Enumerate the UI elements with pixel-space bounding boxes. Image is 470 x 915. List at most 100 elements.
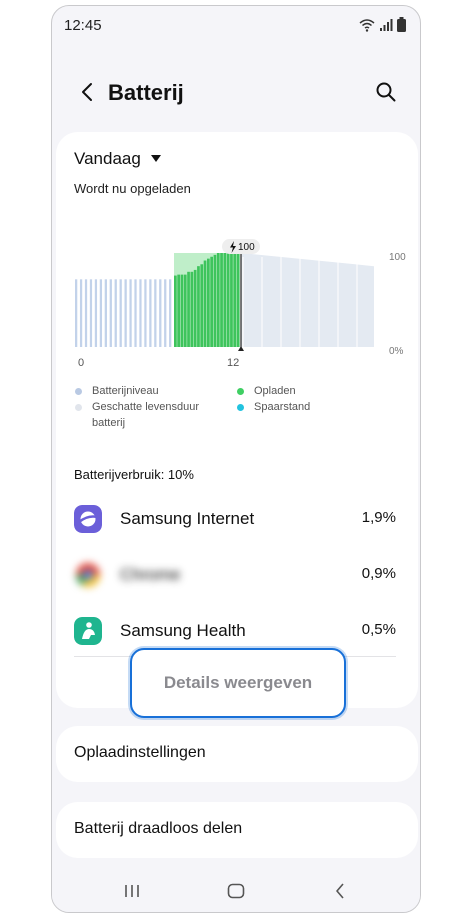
legend-estimated-life: Geschatte levensduur batterij (75, 399, 212, 431)
battery-level-bar (159, 279, 162, 347)
battery-level-bar (129, 279, 132, 347)
charging-bar (226, 253, 230, 347)
y-tick-100: 100 (389, 252, 406, 263)
x-tick-12: 12 (227, 357, 239, 369)
battery-level-bar (77, 279, 80, 347)
y-tick-0: 0% (389, 346, 404, 357)
battery-level-bar (94, 279, 98, 347)
estimated-life-area (241, 253, 374, 347)
battery-level-bar (169, 279, 172, 347)
battery-level-bar (119, 279, 122, 347)
charging-settings-label: Oplaadinstellingen (74, 744, 206, 761)
battery-level-bar (87, 279, 90, 347)
charging-bar (233, 253, 237, 347)
x-tick-0: 0 (78, 357, 84, 369)
app-percent: 1,9% (361, 509, 396, 526)
status-bar: 12:45 (52, 6, 420, 46)
battery-level-bar (112, 279, 115, 347)
battery-level-bar (126, 279, 130, 347)
battery-level-bar (154, 279, 157, 347)
charging-bar (183, 274, 187, 347)
charging-bar (210, 256, 213, 347)
wifi-icon (359, 18, 375, 32)
legend-power-saving: Spaarstand (237, 399, 310, 415)
charging-bar (220, 253, 223, 347)
app-name: Samsung Health (120, 621, 246, 640)
battery-level-bar (104, 279, 107, 347)
battery-level-bar (107, 279, 110, 347)
charge-badge-value: 100 (238, 242, 255, 253)
app-name: Samsung Internet (120, 509, 255, 528)
battery-level-bar (131, 279, 134, 347)
battery-level-bar (151, 279, 154, 347)
wireless-battery-share-item[interactable]: Batterij draadloos delen (56, 802, 418, 858)
samsung-health-icon (74, 617, 102, 645)
app-percent: 0,9% (361, 565, 396, 582)
battery-level-bar (149, 279, 152, 347)
app-row-chrome[interactable]: Chrome 0,9% (56, 553, 418, 599)
battery-level-bar (122, 279, 125, 347)
legend-dot (75, 388, 82, 395)
battery-level-bar (161, 279, 164, 347)
battery-level-bar (139, 279, 142, 347)
status-icons (359, 17, 406, 32)
battery-level-bar (124, 279, 127, 347)
details-button[interactable]: Details weergeven (130, 648, 346, 718)
recent-apps-icon (125, 885, 139, 897)
charging-bar (207, 258, 210, 347)
samsung-internet-icon (74, 505, 102, 533)
app-header: Batterij (52, 66, 420, 118)
charging-bar (193, 269, 197, 347)
charging-bar (230, 253, 233, 347)
legend-dot (75, 404, 82, 411)
battery-level-bar (82, 279, 85, 347)
page-title: Batterij (108, 80, 184, 105)
charging-bar (174, 275, 177, 347)
battery-level-bar (141, 279, 144, 347)
battery-level-bar (114, 279, 117, 347)
chevron-left-icon (82, 83, 92, 101)
home-button[interactable] (223, 878, 249, 904)
battery-level-bar (146, 279, 149, 347)
charging-bar (190, 271, 194, 347)
battery-level-bar (117, 279, 120, 347)
battery-level-bar (75, 279, 78, 347)
clock: 12:45 (64, 17, 102, 34)
chrome-icon (76, 563, 100, 588)
nav-back-button[interactable] (327, 878, 353, 904)
battery-level-bar (97, 279, 100, 347)
back-button[interactable] (72, 76, 102, 108)
battery-usage-card: Vandaag Wordt nu opgeladen 100 0 12 100 … (56, 132, 418, 718)
charging-bar (200, 264, 204, 347)
charging-bar (236, 253, 240, 347)
app-row-samsung-internet[interactable]: Samsung Internet 1,9% (56, 497, 418, 543)
search-icon (376, 82, 396, 102)
battery-level-bar (79, 279, 83, 347)
battery-level-bar (109, 279, 112, 347)
charging-bar (216, 253, 220, 347)
navigation-bar (52, 868, 420, 912)
battery-level-bar (136, 279, 139, 347)
app-percent: 0,5% (361, 621, 396, 638)
app-name: Chrome (120, 565, 181, 584)
battery-level-bar (84, 279, 88, 347)
home-icon (227, 883, 245, 899)
battery-level-bar (156, 279, 159, 347)
recent-apps-button[interactable] (119, 878, 145, 904)
charging-bar (203, 260, 207, 347)
battery-level-bar (164, 279, 167, 347)
battery-level-bar (171, 279, 174, 347)
charging-settings-item[interactable]: Oplaadinstellingen (56, 726, 418, 782)
search-button[interactable] (370, 76, 402, 108)
charging-bar (187, 271, 190, 347)
battery-usage-label: Batterijverbruik: 10% (74, 467, 194, 482)
charging-bar (223, 253, 227, 347)
wireless-battery-share-label: Batterij draadloos delen (74, 820, 243, 837)
battery-level-bar (134, 279, 137, 347)
battery-chart: 100 0 12 100 0% (75, 239, 406, 369)
battery-icon (397, 17, 406, 32)
legend-battery-level: Batterijniveau (75, 383, 159, 399)
charging-bar (197, 266, 200, 347)
legend-charging: Opladen (237, 383, 296, 399)
battery-level-bar (144, 279, 147, 347)
